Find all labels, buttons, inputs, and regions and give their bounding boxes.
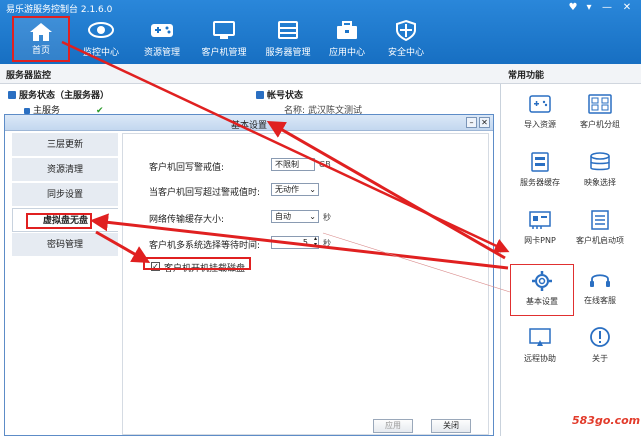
- server-status-section: 服务状态（主服务器）: [8, 88, 109, 102]
- briefcase-icon: [337, 21, 357, 39]
- basic-settings-dialog: 基本设置 – ✕ 三层更新 资源清理 同步设置 虚拟盘无盘 密码管理 客户机回写…: [4, 114, 494, 436]
- func-client-group-label: 客户机分组: [580, 120, 620, 129]
- buffer-size-label: 网络传输缓存大小:: [149, 215, 225, 225]
- over-action-select[interactable]: 无动作 ⌄: [271, 183, 319, 196]
- dialog-minimize-icon[interactable]: –: [466, 117, 477, 128]
- select-timeout-unit: 秒: [323, 239, 331, 248]
- remote-assist-icon: [529, 328, 551, 346]
- nav-resources-label: 资源管理: [143, 48, 180, 58]
- select-timeout-stepper[interactable]: 5 ▴ ▾: [271, 236, 319, 249]
- func-remote-assist[interactable]: 远程协助: [508, 326, 572, 378]
- func-server-cache[interactable]: 服务器缓存: [508, 150, 572, 202]
- nav-home[interactable]: 首页: [12, 16, 70, 62]
- import-resource-icon: [529, 95, 551, 113]
- write-threshold-unit: GB: [319, 160, 331, 169]
- dialog-title-bar[interactable]: 基本设置: [5, 115, 493, 131]
- nav-clients-label: 客户机管理: [201, 48, 247, 58]
- server-monitor-header: 服务器监控: [0, 64, 500, 84]
- buffer-size-select[interactable]: 自动 ⌄: [271, 210, 319, 223]
- nav-servers[interactable]: 服务器管理: [259, 16, 317, 62]
- select-timeout-label: 客户机多系统选择等待时间:: [149, 241, 261, 251]
- nav-clients[interactable]: 客户机管理: [195, 16, 253, 62]
- func-image-select[interactable]: 映象选择: [568, 150, 632, 202]
- server-icon: [278, 21, 298, 39]
- func-online-support[interactable]: 在线客服: [568, 268, 632, 320]
- func-client-startup[interactable]: 客户机启动项: [568, 208, 632, 260]
- gear-icon: [532, 271, 552, 291]
- func-server-cache-label: 服务器缓存: [520, 178, 560, 187]
- over-action-label: 当客户机回写超过警戒值时:: [149, 188, 261, 198]
- func-import-resource[interactable]: 导入资源: [508, 92, 572, 144]
- shield-icon: [396, 19, 416, 41]
- write-threshold-input[interactable]: 不限制: [271, 158, 315, 171]
- skin-icon[interactable]: ♥: [566, 2, 580, 14]
- watermark: 583go.com: [572, 414, 641, 427]
- chevron-down-icon: ⌄: [309, 185, 316, 194]
- account-status-icon: [256, 91, 264, 99]
- account-status-section: 帐号状态: [256, 88, 303, 102]
- checkbox-highlight-box: [143, 257, 251, 270]
- info-icon: [590, 327, 610, 347]
- nav-apps[interactable]: 应用中心: [318, 16, 376, 62]
- func-image-select-label: 映象选择: [584, 178, 616, 187]
- nav-security[interactable]: 安全中心: [377, 16, 435, 62]
- func-nic-pnp[interactable]: 网卡PNP: [508, 208, 572, 260]
- gamepad-icon: [151, 24, 173, 37]
- stepper-arrows-icon[interactable]: ▴ ▾: [314, 236, 317, 248]
- nav-security-label: 安全中心: [387, 48, 424, 58]
- nav-servers-label: 服务器管理: [265, 48, 311, 58]
- tab-sync-settings[interactable]: 同步设置: [12, 183, 118, 207]
- headset-icon: [590, 274, 610, 287]
- monitor-icon: [213, 21, 235, 39]
- func-client-group[interactable]: 客户机分组: [568, 92, 632, 144]
- func-about-label: 关于: [592, 354, 608, 363]
- minimize-icon[interactable]: —: [600, 2, 614, 14]
- server-status-icon: [8, 91, 16, 99]
- startup-items-icon: [591, 210, 609, 230]
- common-functions-title: 常用功能: [508, 71, 545, 81]
- tab-password-manage[interactable]: 密码管理: [12, 233, 118, 257]
- buffer-size-value: 自动: [275, 212, 291, 221]
- disk-stack-icon: [590, 152, 610, 171]
- client-group-icon: [588, 94, 612, 114]
- settings-content: 客户机回写警戒值: 不限制 GB 当客户机回写超过警戒值时: 无动作 ⌄ 网络传输…: [122, 133, 489, 435]
- nav-apps-label: 应用中心: [328, 48, 365, 58]
- tab-layer3-update[interactable]: 三层更新: [12, 133, 118, 157]
- close-icon[interactable]: ✕: [620, 2, 634, 14]
- func-remote-assist-label: 远程协助: [524, 354, 556, 363]
- nav-resources[interactable]: 资源管理: [133, 16, 191, 62]
- app-title: 易乐游服务控制台 2.1.6.0: [6, 5, 113, 15]
- tab-resource-cleanup[interactable]: 资源清理: [12, 158, 118, 182]
- common-functions-header: 常用功能: [500, 64, 641, 84]
- menu-icon[interactable]: ▾: [582, 2, 596, 14]
- server-cache-icon: [531, 152, 549, 172]
- account-status-title: 帐号状态: [267, 91, 304, 101]
- select-timeout-value: 5: [302, 238, 308, 247]
- nav-monitor[interactable]: 监控中心: [72, 16, 130, 62]
- func-import-resource-label: 导入资源: [524, 120, 556, 129]
- apply-button[interactable]: 应用: [373, 419, 413, 433]
- server-status-title: 服务状态（主服务器）: [19, 91, 110, 101]
- chevron-down-icon: ⌄: [309, 212, 316, 221]
- func-nic-pnp-label: 网卡PNP: [524, 236, 556, 245]
- tab-highlight-box: [26, 213, 92, 229]
- func-basic-settings[interactable]: 基本设置: [510, 264, 574, 316]
- over-action-value: 无动作: [275, 185, 299, 194]
- dialog-title: 基本设置: [230, 121, 267, 131]
- func-online-support-label: 在线客服: [584, 296, 616, 305]
- home-icon: [30, 23, 52, 41]
- eye-icon: [88, 22, 114, 38]
- func-client-startup-label: 客户机启动项: [576, 236, 624, 245]
- write-threshold-label: 客户机回写警戒值:: [149, 163, 225, 173]
- dialog-close-icon[interactable]: ✕: [479, 117, 490, 128]
- close-button[interactable]: 关闭: [431, 419, 471, 433]
- settings-tabs: 三层更新 资源清理 同步设置 虚拟盘无盘 密码管理: [12, 133, 118, 435]
- network-card-icon: [529, 211, 551, 229]
- nav-monitor-label: 监控中心: [82, 48, 119, 58]
- nav-home-label: 首页: [31, 46, 50, 56]
- buffer-size-unit: 秒: [323, 213, 331, 222]
- func-basic-settings-label: 基本设置: [526, 297, 558, 306]
- server-monitor-title: 服务器监控: [6, 71, 52, 81]
- func-about[interactable]: 关于: [568, 326, 632, 378]
